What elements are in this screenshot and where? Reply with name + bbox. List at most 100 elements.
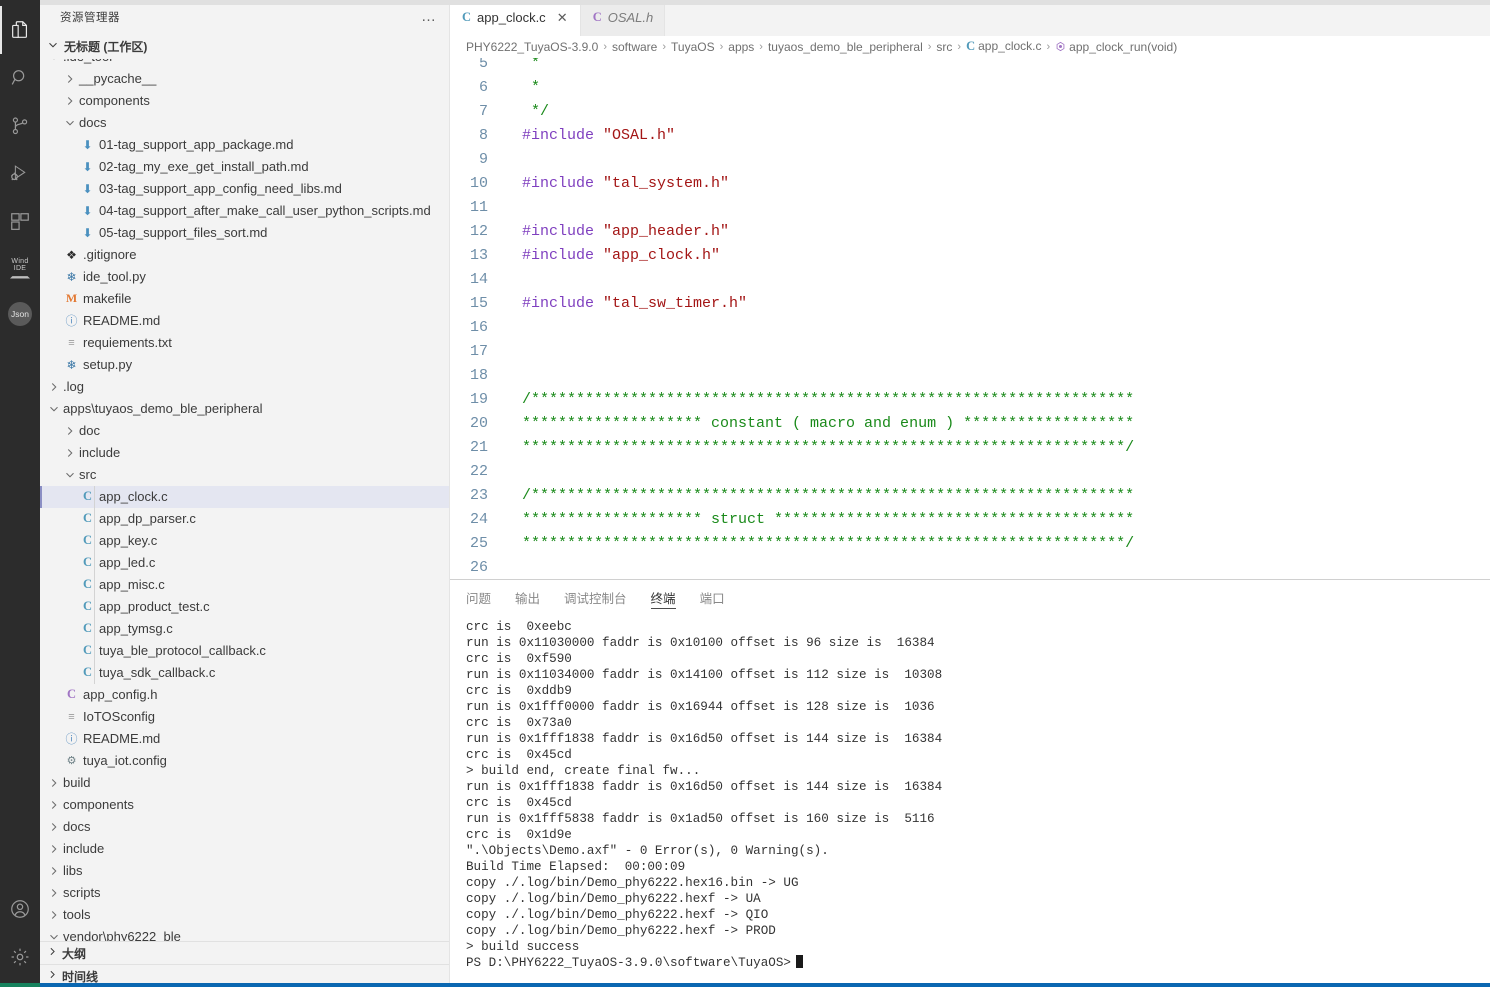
tree-file-row[interactable]: ❄ ide_tool.py <box>40 266 449 288</box>
tree-folder-row[interactable]: docs <box>40 816 449 838</box>
tree-file-row[interactable]: ⬇ 03-tag_support_app_config_need_libs.md <box>40 178 449 200</box>
tree-file-row[interactable]: Capp_product_test.c <box>40 596 449 618</box>
breadcrumb-item[interactable]: app_clock_run(void) <box>1055 40 1177 54</box>
tree-folder-row[interactable]: apps\tuyaos_demo_ble_peripheral <box>40 398 449 420</box>
breadcrumb-item[interactable]: apps <box>728 40 754 54</box>
tree-file-row[interactable]: ⬇ 04-tag_support_after_make_call_user_pyt… <box>40 200 449 222</box>
chevron-right-icon[interactable] <box>62 72 77 86</box>
tree-file-row[interactable]: Capp_config.h <box>40 684 449 706</box>
tree-file-row[interactable]: ⓘ README.md <box>40 310 449 332</box>
tree-folder-row[interactable]: vendor\phy6222_ble <box>40 926 449 942</box>
activity-item-json-tool[interactable]: Json <box>0 290 40 338</box>
tree-folder-row[interactable]: components <box>40 90 449 112</box>
chevron-right-icon[interactable] <box>62 94 77 108</box>
activity-item-wind-ide[interactable]: Wind IDE <box>0 246 40 290</box>
chevron-down-icon[interactable] <box>62 116 77 130</box>
activity-item-accounts[interactable] <box>0 885 40 933</box>
tree-file-row[interactable]: Capp_tymsg.c <box>40 618 449 640</box>
code-line[interactable]: 25 **************************************… <box>450 532 1490 556</box>
code-line[interactable]: 12 #include "app_header.h" <box>450 220 1490 244</box>
code-line[interactable]: 19 /*************************************… <box>450 388 1490 412</box>
chevron-down-icon[interactable] <box>46 930 61 942</box>
code-line[interactable]: 11 <box>450 196 1490 220</box>
tree-folder-row[interactable]: scripts <box>40 882 449 904</box>
tree-file-row[interactable]: Capp_led.c <box>40 552 449 574</box>
tree-folder-row[interactable]: __pycache__ <box>40 68 449 90</box>
tree-folder-row[interactable]: src <box>40 464 449 486</box>
activity-item-source-control[interactable] <box>0 102 40 150</box>
tree-folder-row[interactable]: include <box>40 838 449 860</box>
tree-file-row[interactable]: ❖ .gitignore <box>40 244 449 266</box>
tree-file-row[interactable]: Capp_dp_parser.c <box>40 508 449 530</box>
tree-file-row[interactable]: ⬇ 01-tag_support_app_package.md <box>40 134 449 156</box>
tree-folder-row[interactable]: .ide_tool <box>40 58 449 68</box>
tree-file-row[interactable]: ≡ requiements.txt <box>40 332 449 354</box>
tree-file-row[interactable]: ⚙ tuya_iot.config <box>40 750 449 772</box>
breadcrumb-item[interactable]: PHY6222_TuyaOS-3.9.0 <box>466 40 598 54</box>
workspace-root-row[interactable]: 无标题 (工作区) <box>40 35 449 59</box>
chevron-right-icon[interactable] <box>62 446 77 460</box>
code-line[interactable]: 16 <box>450 316 1490 340</box>
chevron-right-icon[interactable] <box>46 820 61 834</box>
activity-item-explorer[interactable] <box>0 6 40 54</box>
code-line[interactable]: 18 <box>450 364 1490 388</box>
tree-folder-row[interactable]: include <box>40 442 449 464</box>
code-line[interactable]: 7 */ <box>450 100 1490 124</box>
sidebar-more-actions-button[interactable]: … <box>421 9 437 24</box>
chevron-right-icon[interactable] <box>62 424 77 438</box>
code-line[interactable]: 24 ******************** struct **********… <box>450 508 1490 532</box>
tree-file-row[interactable]: Ctuya_ble_protocol_callback.c <box>40 640 449 662</box>
chevron-down-icon[interactable] <box>46 58 61 64</box>
chevron-down-icon[interactable] <box>46 402 61 416</box>
chevron-right-icon[interactable] <box>46 380 61 394</box>
code-line[interactable]: 23 /*************************************… <box>450 484 1490 508</box>
chevron-right-icon[interactable] <box>46 842 61 856</box>
tree-file-row[interactable]: Capp_clock.c <box>40 485 449 508</box>
tree-folder-row[interactable]: docs <box>40 112 449 134</box>
activity-item-run-and-debug[interactable] <box>0 150 40 198</box>
breadcrumb-item[interactable]: src <box>936 40 952 54</box>
code-editor[interactable]: 5 * 6 * 7 */8 #include "OSAL.h" 9 10 #include … <box>450 57 1490 579</box>
tree-folder-row[interactable]: doc <box>40 420 449 442</box>
tree-file-row[interactable]: Mmakefile <box>40 288 449 310</box>
code-line[interactable]: 17 <box>450 340 1490 364</box>
tree-file-row[interactable]: Capp_misc.c <box>40 574 449 596</box>
tree-file-row[interactable]: ⓘ README.md <box>40 728 449 750</box>
chevron-right-icon[interactable] <box>46 908 61 922</box>
breadcrumb[interactable]: PHY6222_TuyaOS-3.9.0 › software › TuyaOS › app… <box>450 35 1490 58</box>
breadcrumb-item[interactable]: tuyaos_demo_ble_peripheral <box>768 40 923 54</box>
panel-tab-inactive[interactable]: 端口 <box>700 580 725 615</box>
code-line[interactable]: 6 * <box>450 76 1490 100</box>
tree-folder-row[interactable]: libs <box>40 860 449 882</box>
file-tree[interactable]: .ide_tool __pycache__ components docs ⬇ 01-ta… <box>40 58 449 942</box>
code-line[interactable]: 21 **************************************… <box>450 436 1490 460</box>
status-bar-main-segment[interactable] <box>40 983 1490 987</box>
activity-item-search[interactable] <box>0 54 40 102</box>
code-line[interactable]: 9 <box>450 148 1490 172</box>
code-content[interactable]: 5 * 6 * 7 */8 #include "OSAL.h" 9 10 #include … <box>450 58 1490 579</box>
panel-tab-inactive[interactable]: 输出 <box>515 580 540 615</box>
activity-item-manage-settings[interactable] <box>0 933 40 981</box>
chevron-down-icon[interactable] <box>62 468 77 482</box>
close-icon[interactable]: ✕ <box>556 10 569 26</box>
tree-file-row[interactable]: Capp_key.c <box>40 530 449 552</box>
code-line[interactable]: 20 ******************** constant ( macro … <box>450 412 1490 436</box>
panel-tabs-bar[interactable]: 问题 输出 调试控制台 终端 端口 <box>450 580 1490 615</box>
code-line[interactable]: 10 #include "tal_system.h" <box>450 172 1490 196</box>
code-line[interactable]: 8 #include "OSAL.h" <box>450 124 1490 148</box>
code-line[interactable]: 14 <box>450 268 1490 292</box>
code-line[interactable]: 22 <box>450 460 1490 484</box>
chevron-right-icon[interactable] <box>46 776 61 790</box>
panel-tab-inactive[interactable]: 调试控制台 <box>564 580 627 615</box>
tree-file-row[interactable]: Ctuya_sdk_callback.c <box>40 662 449 684</box>
editor-tab-app_clock-c[interactable]: C app_clock.c ✕ <box>450 0 581 36</box>
status-bar-remote-segment[interactable] <box>0 983 40 987</box>
terminal-prompt-line[interactable]: PS D:\PHY6222_TuyaOS-3.9.0\software\Tuya… <box>466 955 1490 971</box>
panel-tab-inactive[interactable]: 问题 <box>466 580 491 615</box>
editor-tab-osal-h[interactable]: C OSAL.h <box>580 0 666 36</box>
breadcrumb-item[interactable]: software <box>612 40 657 54</box>
tree-file-row[interactable]: ⬇ 02-tag_my_exe_get_install_path.md <box>40 156 449 178</box>
sidebar-section-outline[interactable]: 大纲 <box>40 941 449 965</box>
chevron-right-icon[interactable] <box>46 864 61 878</box>
tree-file-row[interactable]: ❄ setup.py <box>40 354 449 376</box>
